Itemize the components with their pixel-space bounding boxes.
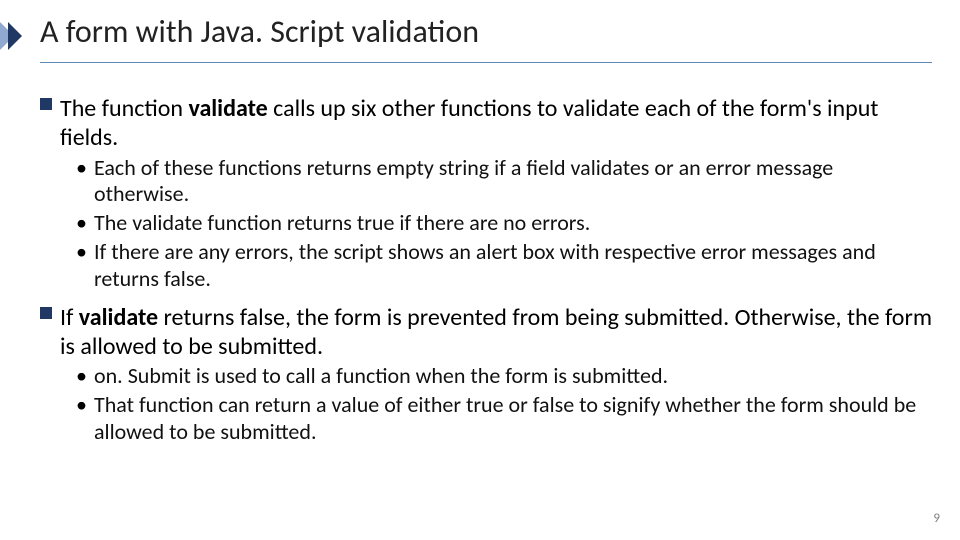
sub-bullet-text: If there are any errors, the script show… bbox=[94, 238, 876, 292]
sub-bullet-text: The validate function returns true if th… bbox=[94, 209, 590, 236]
sub-bullet-text: Each of these functions returns empty st… bbox=[94, 154, 833, 208]
sub-bullet-text: on. Submit is used to call a function wh… bbox=[94, 362, 668, 389]
bullet-2: If validate returns false, the form is p… bbox=[40, 303, 932, 362]
chevron-icon bbox=[0, 22, 28, 50]
square-bullet-icon bbox=[40, 307, 52, 319]
bullet-1: The function validate calls up six other… bbox=[40, 94, 932, 153]
page-number: 9 bbox=[933, 511, 940, 526]
body-content: The function validate calls up six other… bbox=[40, 84, 932, 448]
bullet-text: returns false, the form is prevented fro… bbox=[60, 303, 932, 361]
sub-bullet: • The validate function returns true if … bbox=[76, 210, 932, 237]
sub-bullet: • Each of these functions returns empty … bbox=[76, 155, 932, 209]
bullet-bold: validate bbox=[188, 94, 267, 123]
bullet-text: If bbox=[60, 303, 79, 332]
sub-bullet: • If there are any errors, the script sh… bbox=[76, 239, 932, 293]
slide-title: A form with Java. Script validation bbox=[40, 12, 479, 51]
sub-bullet-text: That function can return a value of eith… bbox=[94, 391, 916, 445]
dot-bullet-icon: • bbox=[76, 239, 87, 266]
bullet-text: The function bbox=[60, 94, 188, 123]
square-bullet-icon bbox=[40, 98, 52, 110]
dot-bullet-icon: • bbox=[76, 155, 87, 182]
sub-bullet: • That function can return a value of ei… bbox=[76, 392, 932, 446]
dot-bullet-icon: • bbox=[76, 392, 87, 419]
title-underline bbox=[40, 62, 932, 63]
dot-bullet-icon: • bbox=[76, 363, 87, 390]
bullet-bold: validate bbox=[79, 303, 158, 332]
dot-bullet-icon: • bbox=[76, 210, 87, 237]
sub-bullet: • on. Submit is used to call a function … bbox=[76, 363, 932, 390]
